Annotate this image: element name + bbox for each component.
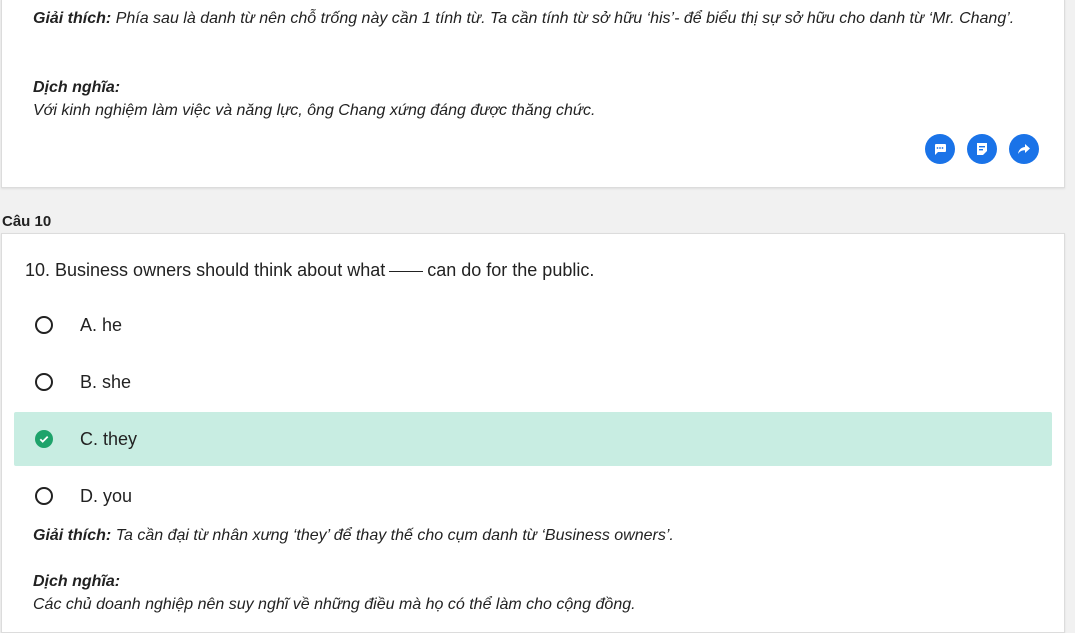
- option-label: C. they: [80, 428, 138, 449]
- question-text-after: can do for the public.: [427, 260, 595, 280]
- radio-icon[interactable]: [35, 316, 53, 334]
- radio-icon[interactable]: [35, 487, 53, 505]
- note-icon: [977, 143, 987, 155]
- question-number: Câu 10: [2, 213, 52, 230]
- share-icon: [1018, 144, 1030, 154]
- question-text: 10. Business owners should think about w…: [25, 260, 594, 281]
- translation-text: Với kinh nghiệm làm việc và năng lực, ôn…: [33, 102, 596, 119]
- option-label: B. she: [80, 371, 132, 392]
- option-a[interactable]: A. he: [14, 298, 1052, 352]
- translation-label: Dịch nghĩa:: [33, 573, 121, 590]
- explanation-text: Phía sau là danh từ nên chỗ trống này cầ…: [115, 10, 1015, 27]
- share-button[interactable]: [1009, 134, 1039, 164]
- comment-icon: [935, 144, 946, 155]
- explanation-label: Giải thích:: [33, 527, 112, 544]
- explanation: Giải thích: Ta cần đại từ nhân xưng ‘the…: [33, 524, 674, 547]
- translation-label: Dịch nghĩa:: [33, 79, 121, 96]
- option-c[interactable]: C. they: [14, 412, 1052, 466]
- option-label: D. you: [80, 485, 133, 506]
- question-blank: [389, 271, 424, 272]
- note-button[interactable]: [967, 134, 997, 164]
- translation-text: Các chủ doanh nghiệp nên suy nghĩ về nhữ…: [33, 596, 636, 613]
- explanation-text: Ta cần đại từ nhân xưng ‘they’ để thay t…: [115, 527, 674, 544]
- check-circle-icon: [35, 430, 53, 448]
- option-d[interactable]: D. you: [14, 469, 1052, 523]
- comment-button[interactable]: [925, 134, 955, 164]
- option-b[interactable]: B. she: [14, 355, 1052, 409]
- question-text-before: 10. Business owners should think about w…: [25, 260, 386, 280]
- option-label: A. he: [80, 314, 123, 335]
- previous-explanation: Giải thích: Phía sau là danh từ nên chỗ …: [33, 7, 1038, 30]
- explanation-label: Giải thích:: [33, 10, 112, 27]
- radio-icon[interactable]: [35, 373, 53, 391]
